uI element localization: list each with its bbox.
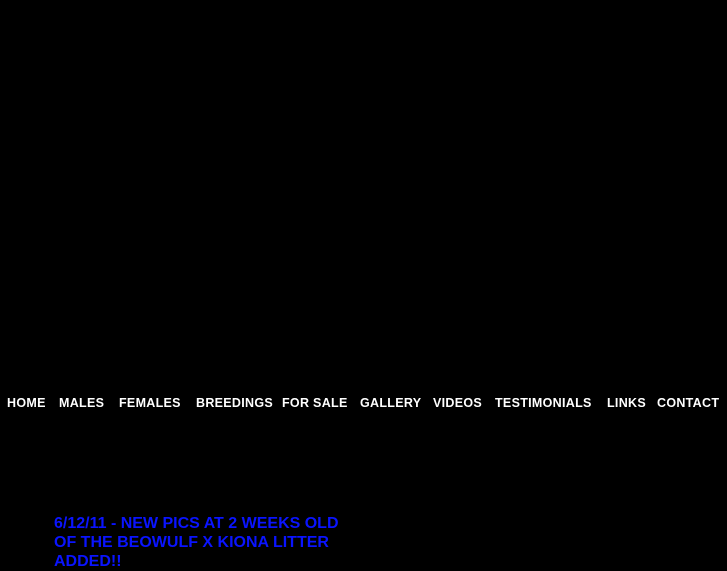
nav-videos[interactable]: VIDEOS	[433, 396, 482, 410]
nav-females[interactable]: FEMALES	[119, 396, 181, 410]
nav-for-sale[interactable]: FOR SALE	[282, 396, 348, 410]
nav-gallery[interactable]: GALLERY	[360, 396, 421, 410]
nav-contact[interactable]: CONTACT	[657, 396, 719, 410]
nav-home[interactable]: HOME	[7, 396, 46, 410]
nav-links[interactable]: LINKS	[607, 396, 646, 410]
nav-breedings[interactable]: BREEDINGS	[196, 396, 273, 410]
nav-males[interactable]: MALES	[59, 396, 104, 410]
nav-testimonials[interactable]: TESTIMONIALS	[495, 396, 592, 410]
news-update: 6/12/11 - NEW PICS AT 2 WEEKS OLD OF THE…	[54, 515, 339, 570]
